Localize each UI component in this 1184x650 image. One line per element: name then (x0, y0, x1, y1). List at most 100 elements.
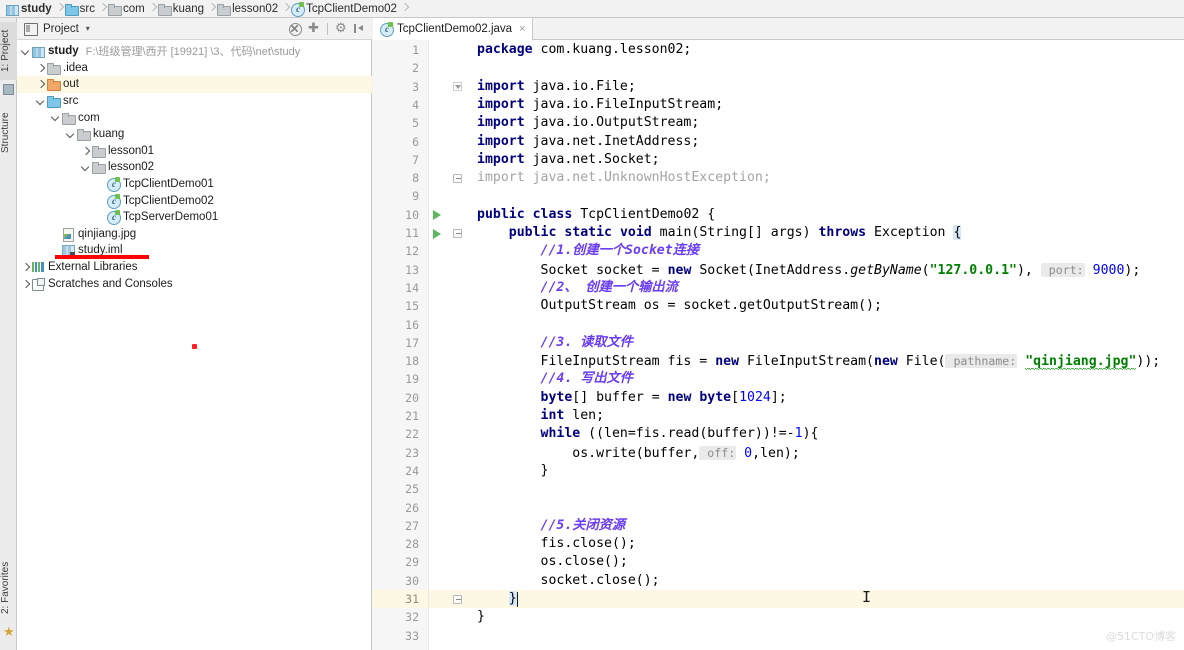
fold-method-end-icon[interactable] (453, 594, 462, 604)
chevron-right-icon[interactable] (34, 61, 47, 74)
code-line[interactable]: socket.close(); (477, 572, 660, 590)
breadcrumb-item-com[interactable]: com (108, 0, 149, 18)
breadcrumb-item-tcpclientdemo02[interactable]: TcpClientDemo02 (291, 0, 401, 18)
project-panel-title: Project (43, 22, 79, 35)
code-line[interactable]: } (477, 462, 549, 480)
tree-item-external-libraries[interactable]: External Libraries (17, 259, 372, 276)
breadcrumb-item-study[interactable]: study (6, 0, 56, 18)
chevron-right-icon[interactable] (79, 144, 92, 157)
code-line[interactable]: public static void main(String[] args) t… (477, 224, 962, 242)
code-line[interactable]: while ((len=fis.read(buffer))!=-1){ (477, 425, 819, 443)
breadcrumb-item-kuang[interactable]: kuang (157, 0, 208, 18)
close-icon[interactable]: × (519, 23, 525, 35)
tree-item-path: F:\班级管理\西开 [19921] \3、代码\net\study (85, 46, 301, 59)
tree-item-src[interactable]: src (17, 93, 372, 110)
tree-item-label: out (63, 78, 79, 91)
code-content[interactable]: package com.kuang.lesson02; import java.i… (373, 40, 1184, 650)
project-icon (3, 84, 14, 95)
scratches-icon (32, 277, 45, 291)
tree-item-tcpclientdemo02[interactable]: TcpClientDemo02 (17, 192, 372, 209)
settings-gear-icon[interactable] (335, 20, 347, 36)
folder-gray-icon (92, 161, 106, 175)
chevron-down-icon[interactable] (34, 95, 47, 108)
code-line[interactable]: OutputStream os = socket.getOutputStream… (477, 297, 882, 315)
code-line[interactable]: fis.close(); (477, 535, 636, 553)
tree-item-study[interactable]: study F:\班级管理\西开 [19921] \3、代码\net\study (17, 43, 372, 60)
code-line[interactable]: Socket socket = new Socket(InetAddress.g… (477, 261, 1140, 279)
chevron-right-icon (282, 0, 291, 18)
code-line[interactable]: //1.创建一个Socket连接 (477, 242, 700, 260)
project-panel-header: Project ▾ (17, 18, 372, 40)
toolbar-divider (327, 23, 328, 35)
code-line[interactable]: import java.io.OutputStream; (477, 114, 699, 132)
code-line[interactable]: import java.net.UnknownHostException; (477, 169, 771, 187)
tree-item-label: lesson01 (108, 144, 155, 157)
tree-item-label: External Libraries (48, 261, 138, 274)
tab-tcpclientdemo02-java[interactable]: TcpClientDemo02.java × (373, 18, 533, 40)
code-line[interactable]: //3. 读取文件 (477, 334, 633, 352)
tree-item-kuang[interactable]: kuang (17, 126, 372, 143)
tree-item-qinjiang-jpg[interactable]: qinjiang.jpg (17, 226, 372, 243)
collapse-all-icon[interactable] (289, 23, 302, 36)
folder-gray-icon (47, 62, 61, 75)
tree-item-lesson02[interactable]: lesson02 (17, 159, 372, 176)
code-line[interactable]: //4. 写出文件 (477, 370, 633, 388)
chevron-down-icon[interactable]: ▾ (86, 24, 90, 33)
code-line[interactable]: int len; (477, 407, 605, 425)
tree-item-lesson01[interactable]: lesson01 (17, 143, 372, 160)
code-line[interactable]: FileInputStream fis = new FileInputStrea… (477, 352, 1160, 371)
code-line[interactable]: import java.io.File; (477, 78, 636, 96)
tree-item-label: TcpServerDemo01 (123, 211, 219, 224)
code-line[interactable]: os.write(buffer, off: 0,len); (477, 444, 800, 462)
breadcrumb-label: study (21, 2, 52, 15)
tree-item-label: TcpClientDemo02 (123, 194, 214, 207)
sidebar-item-project[interactable]: 1: Project (0, 22, 17, 80)
hide-panel-icon[interactable] (354, 23, 366, 35)
tree-item-label: kuang (93, 128, 125, 141)
run-method-icon[interactable] (433, 228, 441, 239)
code-line[interactable]: //5.关闭资源 (477, 517, 626, 535)
chevron-right-icon[interactable] (19, 261, 32, 274)
breadcrumb-item-lesson02[interactable]: lesson02 (217, 0, 282, 18)
tree-item-out[interactable]: out (17, 76, 372, 93)
breadcrumb-label: TcpClientDemo02 (306, 2, 397, 15)
java-class-icon (107, 210, 121, 226)
folder-out-icon (47, 78, 61, 92)
tab-label: TcpClientDemo02.java (397, 23, 513, 35)
code-line[interactable]: import java.net.Socket; (477, 151, 660, 169)
code-line[interactable]: public class TcpClientDemo02 { (477, 206, 715, 224)
sidebar-item-favorites[interactable]: 2: Favorites (0, 554, 17, 622)
star-icon: ★ (3, 624, 15, 639)
chevron-right-icon[interactable] (34, 78, 47, 91)
chevron-right-icon[interactable] (19, 277, 32, 290)
tree-item-com[interactable]: com (17, 109, 372, 126)
tree-item-label: com (78, 111, 100, 124)
code-line[interactable]: byte[] buffer = new byte[1024]; (477, 389, 787, 407)
tree-item-label: qinjiang.jpg (78, 227, 137, 240)
breadcrumb-item-src[interactable]: src (64, 0, 99, 18)
scroll-from-source-icon[interactable] (308, 20, 320, 36)
code-line[interactable]: } (477, 590, 517, 608)
run-class-icon[interactable] (433, 210, 441, 221)
code-line[interactable]: } (477, 608, 485, 626)
fold-import-icon[interactable] (453, 82, 462, 92)
tree-item-idea[interactable]: .idea (17, 60, 372, 77)
code-line[interactable]: os.close(); (477, 553, 628, 571)
sidebar-item-structure[interactable]: Structure (0, 104, 17, 162)
chevron-down-icon[interactable] (79, 161, 92, 174)
tree-item-tcpserverdemo01[interactable]: TcpServerDemo01 (17, 209, 372, 226)
tree-item-scratches-and-consoles[interactable]: Scratches and Consoles (17, 275, 372, 292)
code-line[interactable]: package com.kuang.lesson02; (477, 41, 691, 59)
code-line[interactable]: //2、 创建一个输出流 (477, 279, 678, 297)
chevron-down-icon[interactable] (49, 111, 62, 124)
fold-method-icon[interactable] (453, 228, 462, 238)
tree-item-tcpclientdemo01[interactable]: TcpClientDemo01 (17, 176, 372, 193)
code-line[interactable]: import java.io.FileInputStream; (477, 96, 723, 114)
fold-import-end-icon[interactable] (453, 173, 462, 183)
chevron-right-icon (99, 0, 108, 18)
folder-icon (108, 3, 123, 16)
code-line[interactable]: import java.net.InetAddress; (477, 133, 699, 151)
chevron-down-icon[interactable] (19, 45, 32, 58)
chevron-down-icon[interactable] (64, 128, 77, 141)
